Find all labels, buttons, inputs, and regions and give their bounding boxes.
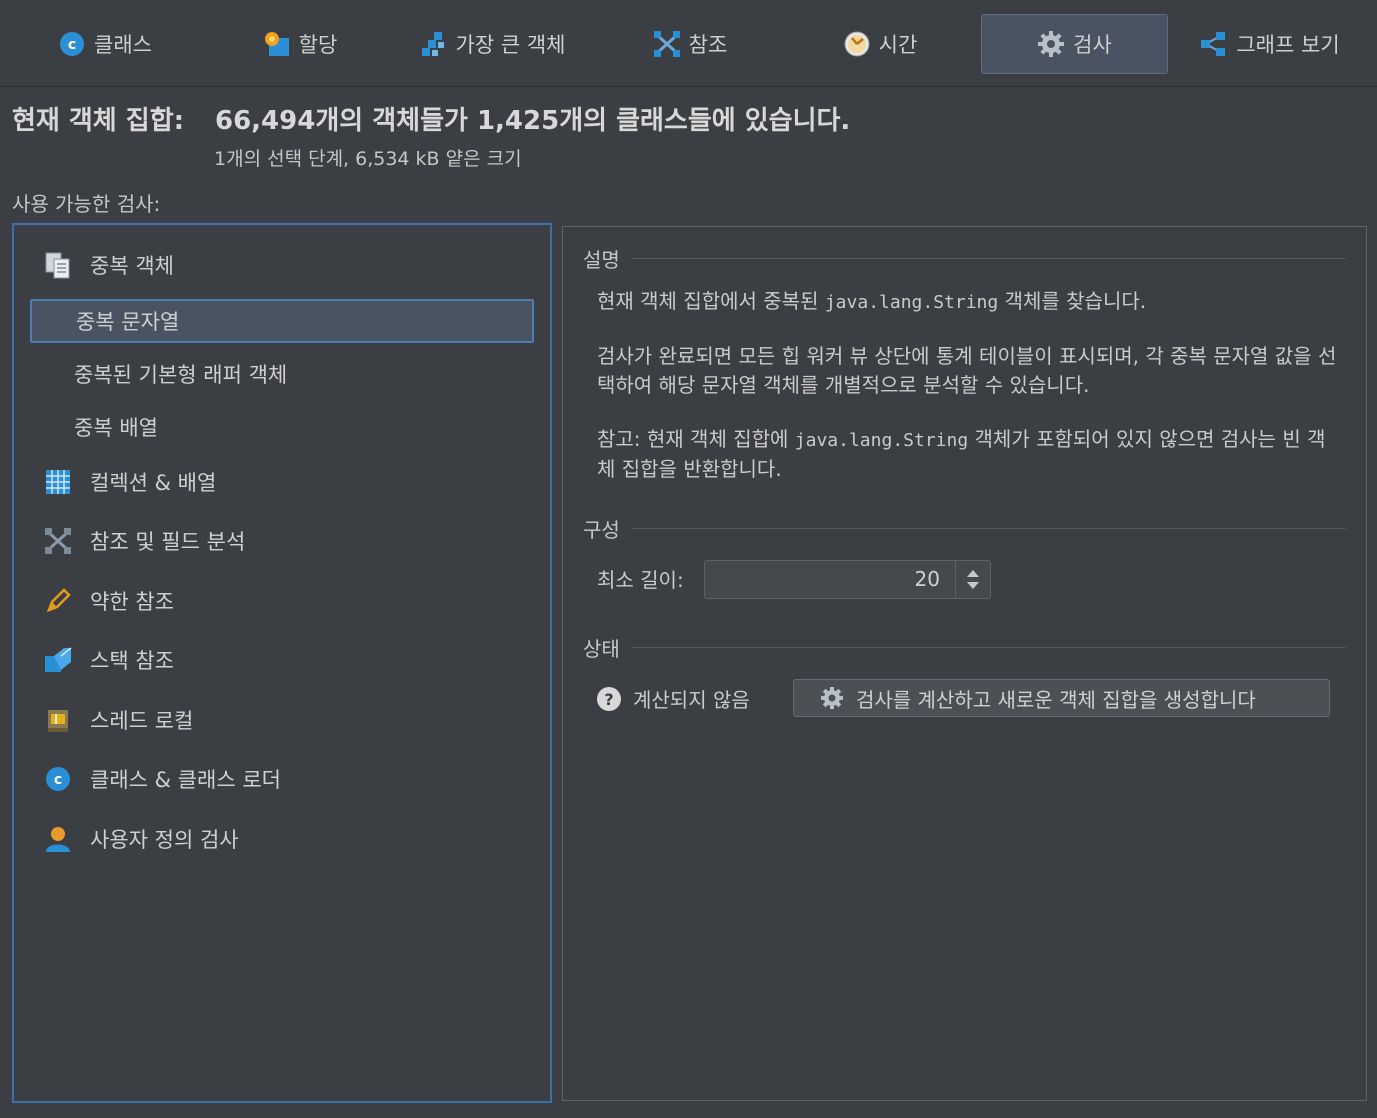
min-length-value[interactable]: 20 (915, 567, 940, 591)
view-tab-bar: c 클래스 할당 가장 큰 객체 참조 시간 검사 그래프 보기 (0, 0, 1377, 87)
description-paragraph-1: 현재 객체 집합에서 중복된 java.lang.String 객체를 찾습니다… (597, 289, 1147, 313)
inspection-group-reference-field-analysis[interactable]: 참조 및 필드 분석 (44, 521, 245, 561)
object-set-subtitle: 1개의 선택 단계, 6,534 kB 얕은 크기 (214, 148, 522, 170)
class-c-icon: c (58, 30, 86, 58)
inspection-duplicate-arrays[interactable]: 중복 배열 (30, 405, 534, 449)
clock-icon (843, 30, 871, 58)
inspection-duplicate-strings[interactable]: 중복 문자열 (30, 299, 534, 343)
inspection-group-weak-references[interactable]: 약한 참조 (44, 581, 174, 621)
tab-inspections[interactable]: 검사 (981, 14, 1168, 74)
object-set-value: 66,494개의 객체들가 1,425개의 클래스들에 있습니다. (215, 106, 851, 136)
gear-icon (820, 686, 844, 710)
user-icon (44, 825, 72, 853)
tab-classes[interactable]: c 클래스 (20, 14, 190, 74)
tab-graph[interactable]: 그래프 보기 (1190, 14, 1350, 74)
inspection-group-thread-locals[interactable]: 스레드 로컬 (44, 700, 193, 740)
description-section-header: 설명 (583, 243, 1346, 273)
inspection-group-custom[interactable]: 사용자 정의 검사 (44, 819, 239, 859)
inspection-detail-panel: 설명 현재 객체 집합에서 중복된 java.lang.String 객체를 찾… (562, 226, 1367, 1101)
status-text: 계산되지 않음 (633, 688, 750, 712)
pencil-icon (44, 587, 72, 615)
duplicate-objects-icon (44, 251, 72, 279)
separator (631, 257, 1346, 259)
description-paragraph-2: 검사가 완료되면 모든 힙 워커 뷰 상단에 통계 테이블이 표시되며, 각 중… (597, 344, 1337, 397)
inspection-group-collections-arrays[interactable]: 컬렉션 & 배열 (44, 462, 216, 502)
object-set-summary: 현재 객체 집합: 66,494개의 객체들가 1,425개의 클래스들에 있습니… (12, 100, 850, 137)
biggest-objects-icon (420, 30, 448, 58)
available-inspections-label: 사용 가능한 검사: (12, 192, 161, 216)
gear-icon (1037, 30, 1065, 58)
spinner-arrows[interactable] (955, 561, 990, 598)
tab-biggest-objects[interactable]: 가장 큰 객체 (405, 14, 580, 74)
inspections-tree[interactable]: 중복 객체 중복 문자열 중복된 기본형 래퍼 객체 중복 배열 컬렉션 & 배… (12, 223, 552, 1103)
question-mark-icon: ? (597, 687, 621, 711)
spinner-up-icon (967, 570, 979, 577)
stack-icon (44, 646, 72, 674)
compute-inspection-button[interactable]: 검사를 계산하고 새로운 객체 집합을 생성합니다 (793, 679, 1330, 717)
description-paragraph-3: 참고: 현재 객체 집합에 java.lang.String 객체가 포함되어 … (597, 427, 1326, 481)
graph-icon (1200, 30, 1228, 58)
separator (631, 646, 1346, 648)
allocation-icon (263, 30, 291, 58)
class-c-icon: c (44, 765, 72, 793)
spinner-down-icon (967, 582, 979, 589)
object-set-label: 현재 객체 집합: (12, 106, 185, 136)
tab-allocations[interactable]: 할당 (215, 14, 385, 74)
inspection-group-duplicate-objects[interactable]: 중복 객체 (44, 245, 174, 285)
inspection-group-classes-classloaders[interactable]: c 클래스 & 클래스 로더 (44, 759, 281, 799)
separator (631, 527, 1346, 529)
references-icon (44, 527, 72, 555)
min-length-label: 최소 길이: (597, 568, 684, 592)
svg-text:c: c (54, 772, 62, 788)
inspection-group-stack-references[interactable]: 스택 참조 (44, 640, 174, 680)
tab-references[interactable]: 참조 (610, 14, 770, 74)
configuration-section-header: 구성 (583, 513, 1346, 543)
status-section-header: 상태 (583, 632, 1346, 662)
min-length-spinner[interactable]: 20 (704, 560, 991, 599)
references-icon (653, 30, 681, 58)
tab-time[interactable]: 시간 (800, 14, 960, 74)
thread-local-icon (44, 706, 72, 734)
inspection-duplicate-primitive-wrappers[interactable]: 중복된 기본형 래퍼 객체 (30, 352, 534, 396)
svg-text:c: c (68, 37, 76, 53)
grid-table-icon (44, 468, 72, 496)
